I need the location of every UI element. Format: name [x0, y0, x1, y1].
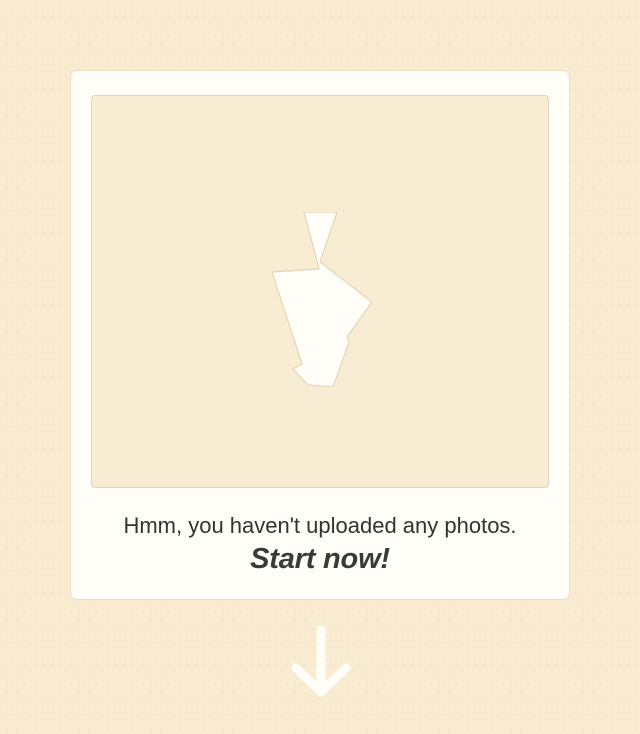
empty-state-message: Hmm, you haven't uploaded any photos. [123, 513, 517, 538]
lightning-bolt-arrow-icon [272, 212, 372, 387]
arrow-down-icon[interactable] [288, 624, 354, 700]
empty-state-caption: Hmm, you haven't uploaded any photos. St… [71, 511, 569, 576]
empty-photos-screen: { "empty_state": { "message": "Hmm, you … [0, 0, 640, 734]
start-now-link[interactable]: Start now! [250, 543, 390, 576]
empty-photo-card: Hmm, you haven't uploaded any photos. St… [70, 70, 570, 600]
photo-placeholder [91, 95, 549, 488]
